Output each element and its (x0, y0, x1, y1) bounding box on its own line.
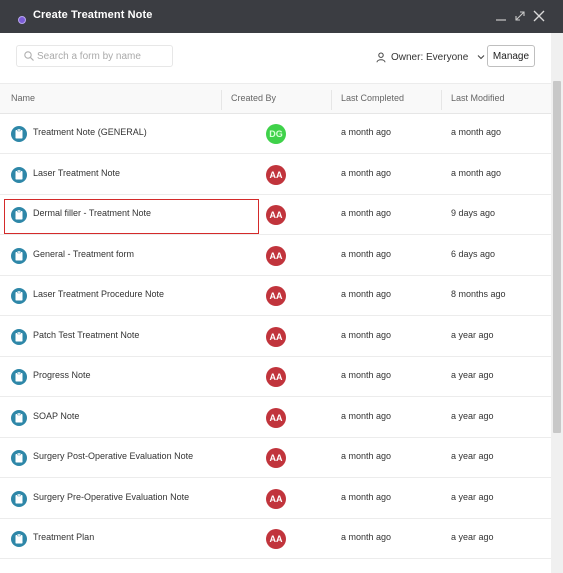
table-row[interactable]: Surgery Pre-Operative Evaluation Note AA a… (0, 478, 551, 519)
form-name: SOAP Note (33, 410, 80, 421)
search-icon (24, 51, 34, 61)
last-completed-value: a month ago (341, 370, 392, 380)
avatar: AA (266, 407, 286, 428)
scrollbar-thumb[interactable] (553, 81, 561, 433)
last-modified-value: 9 days ago (451, 208, 496, 218)
last-modified-value: 6 days ago (451, 248, 496, 259)
column-header-last-modified[interactable]: Last Modified (451, 93, 505, 103)
forms-table: Name Created By Last Completed Last Modi… (0, 83, 551, 573)
search-box[interactable] (16, 45, 173, 67)
last-modified-value: a year ago (451, 329, 494, 340)
last-modified-value: a month ago (451, 127, 502, 137)
last-completed-value: a month ago (341, 167, 392, 178)
avatar: AA (266, 326, 286, 347)
form-name: Treatment Plan (33, 532, 95, 542)
last-completed-value: a month ago (341, 410, 392, 421)
avatar: AA (266, 164, 286, 185)
title-bar: Create Treatment Note (0, 0, 563, 33)
last-completed-value: a month ago (341, 248, 392, 259)
table-row[interactable]: Laser Treatment Note AA a month ago a month… (0, 154, 551, 195)
chevron-down-icon (477, 55, 485, 60)
last-modified-value: a year ago (451, 491, 494, 502)
table-header: Name Created By Last Completed Last Modi… (0, 83, 551, 114)
form-document-icon (11, 207, 27, 223)
avatar: AA (266, 205, 286, 225)
owner-filter-dropdown[interactable]: Owner: Everyone (376, 50, 486, 64)
last-modified-value: a year ago (451, 410, 494, 421)
last-completed-value: a month ago (341, 289, 392, 299)
app-logo-icon (18, 16, 26, 24)
vertical-scrollbar[interactable] (551, 33, 563, 573)
search-input[interactable] (37, 48, 169, 64)
minimize-icon[interactable] (492, 7, 510, 25)
close-icon[interactable] (530, 7, 548, 25)
person-icon (376, 52, 386, 62)
table-row[interactable]: SOAP Note AA a month ago a year ago (0, 397, 551, 438)
table-row[interactable]: Treatment Note (GENERAL) DG a month ago a m… (0, 114, 551, 154)
form-name: Treatment Note (GENERAL) (33, 127, 147, 137)
table-row[interactable]: General - Treatment form AA a month ago 6 d… (0, 235, 551, 276)
form-name: General - Treatment form (33, 248, 135, 259)
avatar: AA (266, 488, 286, 509)
form-document-icon (11, 126, 27, 142)
form-document-icon (11, 490, 27, 507)
form-document-icon (11, 531, 27, 547)
last-modified-value: a year ago (451, 532, 494, 542)
avatar: AA (266, 448, 286, 468)
form-document-icon (11, 369, 27, 385)
form-name: Surgery Post-Operative Evaluation Note (33, 451, 194, 461)
last-modified-value: 8 months ago (451, 289, 506, 299)
expand-icon[interactable] (511, 7, 529, 25)
last-completed-value: a month ago (341, 208, 392, 218)
column-divider (221, 90, 222, 110)
window-title: Create Treatment Note (33, 9, 153, 21)
form-name: Laser Treatment Note (33, 167, 121, 178)
last-completed-value: a month ago (341, 451, 392, 461)
avatar: AA (266, 529, 286, 549)
avatar: DG (266, 124, 286, 144)
table-row[interactable]: Dermal filler - Treatment Note AA a month … (0, 195, 551, 235)
last-modified-value: a year ago (451, 451, 494, 461)
table-row[interactable]: Laser Treatment Procedure Note AA a month … (0, 276, 551, 316)
toolbar: Owner: Everyone Manage (0, 33, 563, 83)
column-header-created-by[interactable]: Created By (231, 93, 276, 103)
manage-button[interactable]: Manage (487, 45, 535, 67)
table-row[interactable]: Treatment Plan AA a month ago a year ago (0, 519, 551, 559)
table-row[interactable]: Progress Note AA a month ago a year ago (0, 357, 551, 397)
avatar: AA (266, 367, 286, 387)
avatar: AA (266, 286, 286, 306)
column-divider (441, 90, 442, 110)
form-document-icon (11, 247, 27, 264)
last-modified-value: a month ago (451, 167, 502, 178)
form-document-icon (11, 409, 27, 426)
table-row[interactable]: Patch Test Treatment Note AA a month ago a … (0, 316, 551, 357)
last-completed-value: a month ago (341, 127, 392, 137)
last-modified-value: a year ago (451, 370, 494, 380)
form-name: Surgery Pre-Operative Evaluation Note (33, 491, 190, 502)
last-completed-value: a month ago (341, 532, 392, 542)
form-name: Progress Note (33, 370, 91, 380)
form-document-icon (11, 166, 27, 183)
column-divider (331, 90, 332, 110)
avatar: AA (266, 245, 286, 266)
form-name: Patch Test Treatment Note (33, 329, 140, 340)
form-name: Laser Treatment Procedure Note (33, 289, 165, 299)
last-completed-value: a month ago (341, 329, 392, 340)
form-document-icon (11, 288, 27, 304)
column-header-last-completed[interactable]: Last Completed (341, 93, 404, 103)
column-header-name[interactable]: Name (11, 93, 35, 103)
owner-filter-label: Owner: Everyone (391, 51, 469, 63)
form-name: Dermal filler - Treatment Note (33, 208, 152, 218)
last-completed-value: a month ago (341, 491, 392, 502)
table-row[interactable]: Surgery Post-Operative Evaluation Note AA… (0, 438, 551, 478)
form-document-icon (11, 450, 27, 466)
form-document-icon (11, 328, 27, 345)
create-treatment-note-dialog: Create Treatment Note Owner: Everyone (0, 0, 563, 573)
